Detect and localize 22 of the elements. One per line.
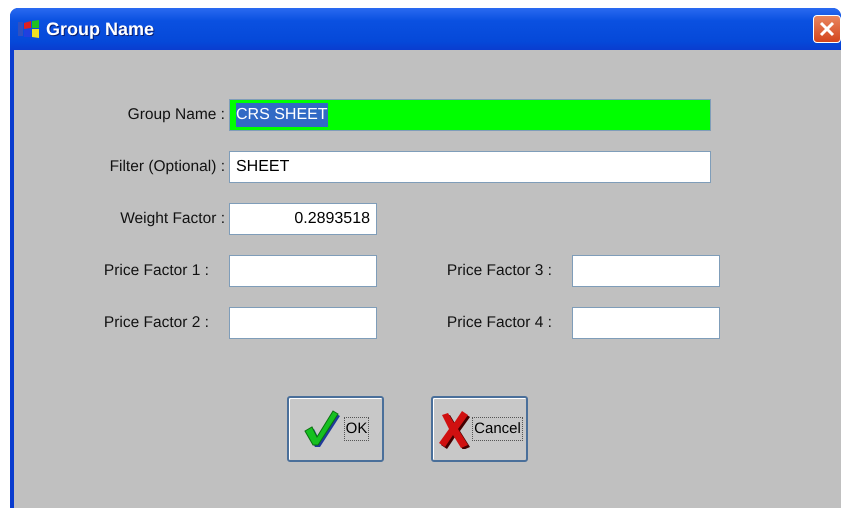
input-field[interactable]: SHEET xyxy=(229,151,711,183)
x-icon xyxy=(436,409,470,449)
field-label: Price Factor 1 : xyxy=(102,261,210,282)
input-field[interactable]: 0.2893518 xyxy=(229,203,377,235)
field-label: Price Factor 4 : xyxy=(446,313,553,334)
input-field[interactable] xyxy=(572,255,720,287)
field-label: Weight Factor : xyxy=(119,209,225,230)
close-button[interactable] xyxy=(813,15,841,43)
checkmark-icon xyxy=(302,409,342,449)
field-label: Group Name : xyxy=(126,105,225,126)
input-field[interactable] xyxy=(572,307,720,339)
input-field[interactable] xyxy=(229,255,377,287)
close-icon xyxy=(819,21,835,37)
field-label: Price Factor 3 : xyxy=(446,261,553,282)
ok-button[interactable]: OK xyxy=(287,396,384,462)
field-label: Filter (Optional) : xyxy=(108,157,225,178)
window-title: Group Name xyxy=(46,18,154,41)
input-field[interactable] xyxy=(229,307,377,339)
app-icon xyxy=(18,19,40,39)
cancel-button[interactable]: Cancel xyxy=(431,396,528,462)
input-field[interactable]: CRS SHEET xyxy=(229,99,711,131)
field-label: Price Factor 2 : xyxy=(102,313,210,334)
